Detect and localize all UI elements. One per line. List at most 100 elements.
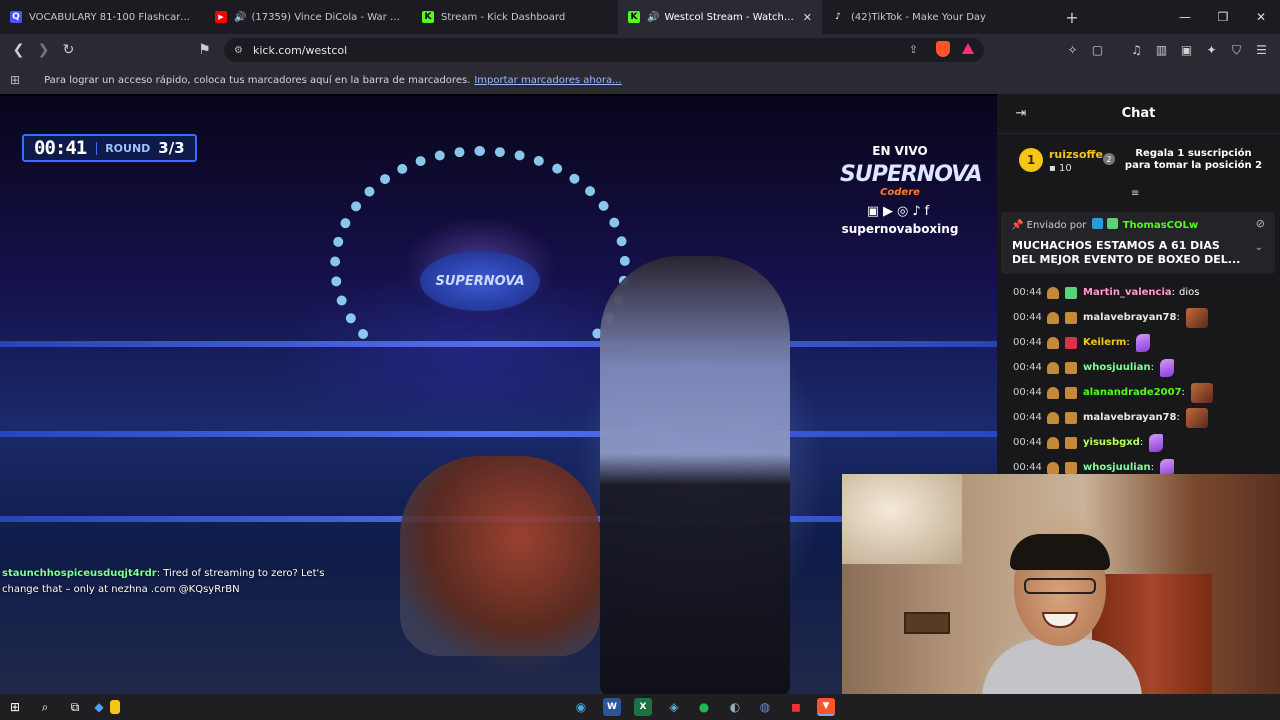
tab-westcol-stream[interactable]: K 🔊 Westcol Stream - Watch Live ✕ <box>618 0 822 34</box>
speaker-icon[interactable]: 🔊 <box>647 12 659 23</box>
search-icon[interactable]: ⌕ <box>36 698 54 716</box>
taskbar-app-icon[interactable]: ◈ <box>665 698 683 716</box>
chat-title: Chat <box>1121 106 1156 121</box>
ring-rope <box>0 341 997 347</box>
emote-purple-icon[interactable] <box>1149 433 1164 452</box>
badge-icon <box>1065 461 1077 474</box>
speaker-icon[interactable]: 🔊 <box>234 12 246 23</box>
message-username[interactable]: yisusbgxd <box>1083 437 1140 448</box>
leo-ai-icon[interactable]: ✦ <box>1203 42 1220 59</box>
close-tab-icon[interactable]: ✕ <box>803 11 812 24</box>
brave-rewards-icon[interactable] <box>962 43 974 54</box>
share-icon[interactable]: ⇪ <box>909 43 918 56</box>
youtube-icon: ▶ <box>215 11 227 23</box>
message-username[interactable]: Martin_valencia <box>1083 287 1172 298</box>
excel-icon[interactable]: X <box>634 698 652 716</box>
vpn-icon[interactable]: ⛉ <box>1228 42 1245 59</box>
chat-message[interactable]: 00:44 Martin_valencia: dios <box>997 280 1280 305</box>
tab-youtube[interactable]: ▶ 🔊 (17359) Vince DiCola - War | Rock <box>205 0 412 34</box>
bookmark-icon[interactable]: ⚑ <box>192 36 217 64</box>
ring-logo: SUPERNOVA <box>420 251 540 311</box>
chat-message[interactable]: 00:44 malavebrayan78: <box>997 305 1280 330</box>
tab-search-icon[interactable]: ▢ <box>1089 42 1106 59</box>
taskbar-app-icon[interactable]: ◆ <box>90 698 108 716</box>
collapse-chat-icon[interactable]: ⇥ <box>997 106 1045 121</box>
sidebar-icon[interactable]: ▥ <box>1153 42 1170 59</box>
emote-face-icon[interactable] <box>1185 307 1208 328</box>
message-username[interactable]: Keilerm <box>1083 337 1126 348</box>
overlay-text: : Tired of streaming to zero? Let's <box>156 568 325 579</box>
task-view-icon[interactable]: ⧉ <box>66 698 84 716</box>
chat-message[interactable]: 00:44 Keilerm: <box>997 330 1280 355</box>
message-username[interactable]: whosjuulian <box>1083 362 1151 373</box>
social-icons: ▣▶◎♪f <box>866 204 934 219</box>
file-explorer-icon[interactable] <box>110 700 120 714</box>
hide-pinned-icon[interactable]: ⊘ <box>1256 217 1265 230</box>
badge-icon <box>1065 386 1077 399</box>
badge-icon <box>1047 311 1059 324</box>
extensions-icon[interactable]: ✧ <box>1064 42 1081 59</box>
wallet-icon[interactable]: ▣ <box>1178 42 1195 59</box>
message-username[interactable]: alanandrade2007 <box>1083 387 1182 398</box>
round-timer: 00:41 ROUND 3/3 <box>22 134 197 162</box>
address-bar[interactable]: ⚙ kick.com/westcol ⇪ <box>224 38 984 62</box>
emote-face-icon[interactable] <box>1190 382 1213 403</box>
reload-icon[interactable]: ↻ <box>56 36 81 64</box>
tab-title: Westcol Stream - Watch Live <box>664 11 795 23</box>
tab-title: VOCABULARY 81-100 Flashcards | Qu <box>29 11 195 23</box>
site-info-icon[interactable]: ⚙ <box>234 45 243 56</box>
maximize-icon[interactable]: ❐ <box>1204 0 1242 34</box>
message-colon: : <box>1181 387 1185 398</box>
message-timestamp: 00:44 <box>1013 437 1042 448</box>
pinned-message[interactable]: 📌 Enviado por ThomasCOLw ⊘ ⌄ MUCHACHOS E… <box>1001 212 1275 274</box>
apps-grid-icon[interactable]: ⊞ <box>10 73 20 87</box>
leaderboard-expand-icon[interactable]: ≡ <box>1131 188 1139 199</box>
spotify-icon[interactable]: ● <box>695 698 713 716</box>
back-icon[interactable]: ❮ <box>6 36 31 64</box>
media-icon[interactable]: ♫ <box>1128 42 1145 59</box>
taskbar-app-icon[interactable]: ◼ <box>787 698 805 716</box>
emote-purple-icon[interactable] <box>1159 358 1174 377</box>
brave-browser-icon[interactable]: ▼ <box>817 698 835 716</box>
windows-taskbar: ⊞ ⌕ ⧉ ◆ ◉ W X ◈ ● ◐ ◍ ◼ ▼ <box>0 694 1280 720</box>
tab-tiktok[interactable]: ♪ (42)TikTok - Make Your Day <box>822 0 1007 34</box>
message-username[interactable]: malavebrayan78 <box>1083 312 1176 323</box>
word-icon[interactable]: W <box>603 698 621 716</box>
chat-message[interactable]: 00:44 whosjuulian: <box>997 355 1280 380</box>
chat-message[interactable]: 00:44 alanandrade2007: <box>997 380 1280 405</box>
message-username[interactable]: whosjuulian <box>1083 462 1151 473</box>
steam-icon[interactable]: ◐ <box>726 698 744 716</box>
close-window-icon[interactable]: ✕ <box>1242 0 1280 34</box>
windows-start-icon[interactable]: ⊞ <box>6 698 24 716</box>
copilot-icon[interactable]: ◉ <box>572 698 590 716</box>
leader-username: ruizsoffe <box>1049 148 1103 161</box>
chevron-down-icon[interactable]: ⌄ <box>1255 242 1263 253</box>
message-username[interactable]: malavebrayan78 <box>1083 412 1176 423</box>
new-tab-button[interactable]: + <box>1057 8 1087 27</box>
tab-kick-dashboard[interactable]: K Stream - Kick Dashboard <box>412 0 618 34</box>
emote-face-icon[interactable] <box>1185 407 1208 428</box>
wall-frame <box>904 612 950 634</box>
badge-icon <box>1091 218 1103 229</box>
social-handle: supernovaboxing <box>841 222 959 236</box>
brave-shield-icon[interactable] <box>936 41 950 57</box>
tab-quizlet[interactable]: Q VOCABULARY 81-100 Flashcards | Qu <box>0 0 205 34</box>
chat-panel: ⇥ Chat 1 ruizsoffe ▪ 10 2 Regala 1 suscr… <box>997 94 1280 477</box>
chat-message[interactable]: 00:44 yisusbgxd: <box>997 430 1280 455</box>
message-timestamp: 00:44 <box>1013 387 1042 398</box>
menu-icon[interactable]: ☰ <box>1253 42 1270 59</box>
badge-icon <box>1047 361 1059 374</box>
chat-message[interactable]: 00:44 malavebrayan78: <box>997 405 1280 430</box>
url-text[interactable]: kick.com/westcol <box>253 44 347 57</box>
forward-icon[interactable]: ❯ <box>31 36 56 64</box>
message-timestamp: 00:44 <box>1013 462 1042 473</box>
kick-icon: K <box>628 11 640 23</box>
gift-leaderboard[interactable]: 1 ruizsoffe ▪ 10 2 Regala 1 suscripción … <box>997 140 1280 188</box>
overlay-text-line2: change that – only at nezhna .com @KQsyR… <box>2 584 240 595</box>
minimize-icon[interactable]: — <box>1166 0 1204 34</box>
emote-purple-icon[interactable] <box>1135 333 1150 352</box>
overlay-username: staunchhospiceusduqjt4rdr <box>2 568 157 579</box>
gift-icon: 2 <box>1103 153 1115 165</box>
discord-icon[interactable]: ◍ <box>756 698 774 716</box>
import-bookmarks-link[interactable]: Importar marcadores ahora... <box>474 75 621 86</box>
